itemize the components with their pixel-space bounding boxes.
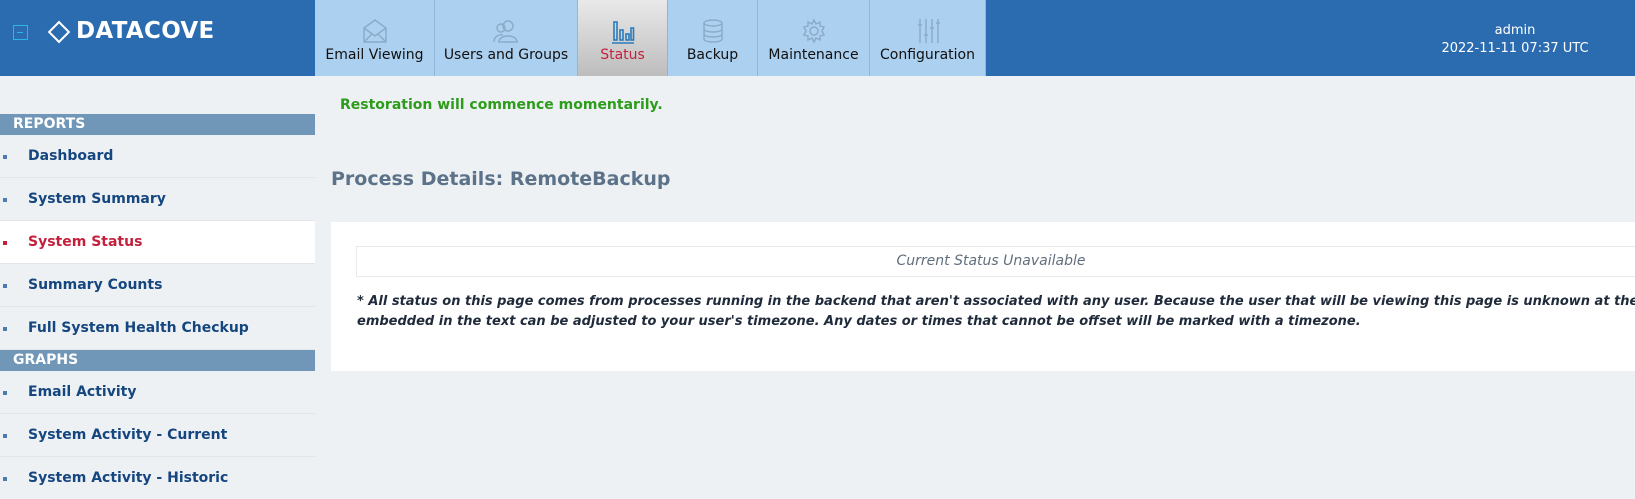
page-title: Process Details: RemoteBackup (331, 168, 671, 190)
details-panel: Current Status Unavailable * All status … (331, 222, 1635, 371)
sidebar-item-system-summary[interactable]: System Summary (0, 178, 315, 221)
bullet-icon (3, 198, 7, 202)
status-box: Current Status Unavailable (356, 246, 1635, 277)
datetime: 2022-11-11 07:37 UTC (1441, 41, 1589, 56)
tab-users-and-groups[interactable]: Users and Groups (435, 0, 578, 76)
collapse-icon[interactable] (13, 25, 28, 40)
bullet-icon (3, 284, 7, 288)
bar-chart-icon (611, 21, 634, 44)
diamond-logo-icon (47, 20, 71, 44)
bullet-icon (3, 434, 7, 438)
sidebar-item-system-activity-historic[interactable]: System Activity - Historic (0, 457, 315, 499)
envelope-icon (362, 19, 387, 43)
tab-configuration[interactable]: Configuration (870, 0, 986, 76)
sidebar-item-label: System Activity - Historic (28, 470, 229, 486)
sidebar-item-dashboard[interactable]: Dashboard (0, 135, 315, 178)
sidebar-item-label: Dashboard (28, 148, 114, 164)
sidebar-item-label: Full System Health Checkup (28, 320, 249, 336)
tab-email-viewing[interactable]: Email Viewing (315, 0, 435, 76)
tab-label: Email Viewing (325, 47, 424, 63)
section-header-reports: REPORTS (0, 114, 315, 135)
tab-maintenance[interactable]: Maintenance (758, 0, 870, 76)
sidebar-item-system-status[interactable]: System Status (0, 221, 315, 264)
sidebar-item-email-activity[interactable]: Email Activity (0, 371, 315, 414)
bullet-icon (3, 155, 7, 159)
tab-label: Status (600, 47, 645, 63)
sliders-icon (917, 19, 940, 43)
main-content: Restoration will commence momentarily. P… (315, 76, 1635, 499)
tab-backup[interactable]: Backup (668, 0, 758, 76)
sidebar: REPORTS Dashboard System Summary System … (0, 114, 315, 499)
bullet-icon (3, 241, 7, 245)
main-nav-tabs: Email Viewing Users and Groups Status Ba… (315, 0, 986, 76)
database-icon (702, 19, 723, 43)
user-info: admin 2022-11-11 07:37 UTC (1430, 22, 1600, 58)
sidebar-item-summary-counts[interactable]: Summary Counts (0, 264, 315, 307)
success-message: Restoration will commence momentarily. (340, 97, 663, 113)
brand-name: DATACOVE (76, 18, 215, 44)
tab-label: Backup (686, 47, 739, 63)
users-icon (493, 20, 518, 43)
status-note-line-2: embedded in the text can be adjusted to … (357, 314, 1361, 329)
bullet-icon (3, 391, 7, 395)
sidebar-item-system-activity-current[interactable]: System Activity - Current (0, 414, 315, 457)
gear-icon (802, 18, 825, 44)
tab-status[interactable]: Status (578, 0, 668, 76)
logo-area: DATACOVE (0, 0, 315, 76)
tab-label: Maintenance (768, 47, 859, 63)
sidebar-item-label: System Status (28, 234, 143, 250)
bullet-icon (3, 327, 7, 331)
sidebar-item-label: Email Activity (28, 384, 137, 400)
tab-label: Users and Groups (443, 47, 569, 63)
sidebar-item-full-system-health-checkup[interactable]: Full System Health Checkup (0, 307, 315, 350)
status-note-line-1: * All status on this page comes from pro… (357, 294, 1635, 309)
sidebar-item-label: System Summary (28, 191, 166, 207)
top-header: DATACOVE Email Viewing Users and Groups … (0, 0, 1635, 76)
tab-label: Configuration (880, 47, 975, 63)
section-header-graphs: GRAPHS (0, 350, 315, 371)
sidebar-item-label: Summary Counts (28, 277, 163, 293)
username[interactable]: admin (1430, 22, 1600, 40)
bullet-icon (3, 477, 7, 481)
status-note: * All status on this page comes from pro… (357, 292, 1635, 332)
sidebar-item-label: System Activity - Current (28, 427, 228, 443)
